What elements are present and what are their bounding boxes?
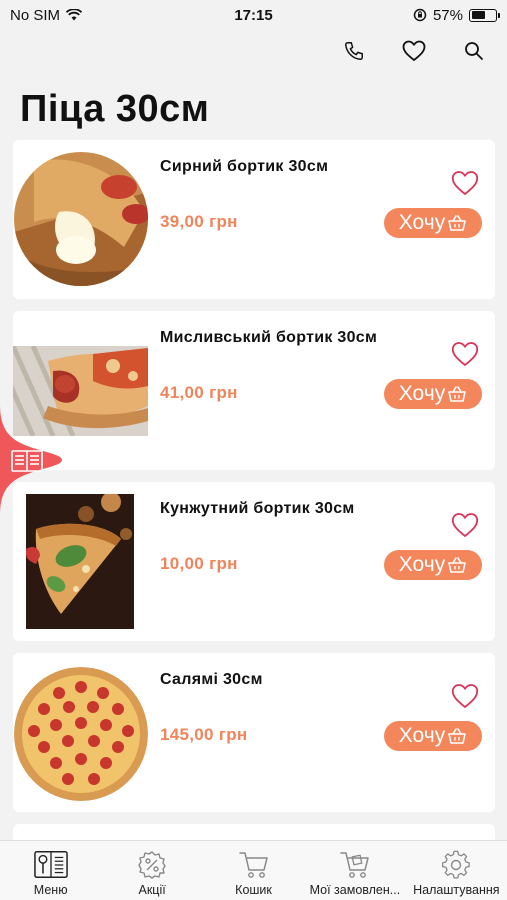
favorite-heart-icon[interactable] bbox=[451, 683, 479, 709]
product-price: 10,00 грн bbox=[160, 554, 238, 573]
product-price: 41,00 грн bbox=[160, 383, 238, 402]
product-card[interactable]: Кунжутний бортик 30см 10,00 грн Хочу bbox=[13, 482, 495, 641]
product-name: Сирний бортик 30см bbox=[160, 158, 329, 175]
header-actions bbox=[341, 38, 487, 64]
nav-label: Налаштування bbox=[413, 883, 500, 897]
product-image bbox=[14, 152, 148, 286]
want-button-label: Хочу bbox=[398, 724, 446, 747]
orientation-lock-icon bbox=[413, 8, 427, 22]
want-button[interactable]: Хочу bbox=[384, 721, 482, 751]
want-button[interactable]: Хочу bbox=[384, 208, 482, 238]
wifi-icon bbox=[66, 9, 83, 21]
product-name: Салямі 30см bbox=[160, 671, 263, 688]
search-button[interactable] bbox=[461, 38, 487, 64]
product-name: Мисливський бортик 30см bbox=[160, 329, 378, 346]
favorites-button[interactable] bbox=[401, 38, 427, 64]
nav-item-cart[interactable]: Кошик bbox=[203, 841, 304, 900]
cart-icon bbox=[238, 852, 268, 878]
battery-level bbox=[471, 11, 485, 19]
status-right: 57% bbox=[327, 6, 500, 24]
gear-icon bbox=[442, 850, 471, 879]
side-menu-tab[interactable] bbox=[0, 405, 64, 515]
menu-book-icon bbox=[33, 851, 68, 879]
nav-label: Акції bbox=[138, 883, 166, 897]
status-left: No SIM bbox=[10, 7, 180, 24]
discount-icon bbox=[138, 851, 166, 879]
phone-icon bbox=[345, 42, 363, 60]
orders-icon bbox=[340, 852, 369, 878]
basket-icon bbox=[448, 728, 467, 744]
want-button-label: Хочу bbox=[398, 382, 446, 405]
nav-item-settings[interactable]: Налаштування bbox=[406, 841, 507, 900]
battery-percent: 57% bbox=[432, 6, 463, 24]
product-price: 39,00 грн bbox=[160, 212, 238, 231]
carrier-label: No SIM bbox=[10, 6, 61, 24]
favorite-heart-icon[interactable] bbox=[451, 170, 479, 196]
want-button[interactable]: Хочу bbox=[384, 379, 482, 409]
nav-item-orders[interactable]: Мої замовлен... bbox=[304, 841, 405, 900]
want-button-label: Хочу bbox=[398, 553, 446, 576]
page-title: Піца 30см bbox=[20, 88, 210, 130]
product-name: Кунжутний бортик 30см bbox=[160, 500, 355, 517]
product-card[interactable]: Мисливський бортик 30см 41,00 грн Хочу bbox=[13, 311, 495, 470]
want-button[interactable]: Хочу bbox=[384, 550, 482, 580]
phone-button[interactable] bbox=[341, 38, 367, 64]
want-button-label: Хочу bbox=[398, 211, 446, 234]
battery-icon bbox=[469, 8, 500, 22]
product-image bbox=[14, 667, 148, 801]
status-time: 17:15 bbox=[234, 6, 273, 24]
nav-label: Меню bbox=[33, 883, 68, 897]
nav-label: Мої замовлен... bbox=[309, 883, 401, 897]
heart-icon bbox=[402, 40, 426, 61]
basket-icon bbox=[448, 215, 467, 231]
search-icon bbox=[465, 42, 483, 60]
product-card[interactable]: Сирний бортик 30см 39,00 грн Хочу bbox=[13, 140, 495, 299]
basket-icon bbox=[448, 557, 467, 573]
bottom-nav: Меню Акції Кошик Мої замовлен... Налашту… bbox=[0, 840, 507, 900]
status-bar: No SIM 17:15 57% bbox=[0, 0, 507, 30]
favorite-heart-icon[interactable] bbox=[451, 341, 479, 367]
nav-item-promotions[interactable]: Акції bbox=[101, 841, 202, 900]
nav-item-menu[interactable]: Меню bbox=[0, 841, 101, 900]
basket-icon bbox=[448, 386, 467, 402]
nav-label: Кошик bbox=[235, 883, 272, 897]
product-card[interactable]: Салямі 30см 145,00 грн Хочу bbox=[13, 653, 495, 812]
product-price: 145,00 грн bbox=[160, 725, 248, 744]
favorite-heart-icon[interactable] bbox=[451, 512, 479, 538]
